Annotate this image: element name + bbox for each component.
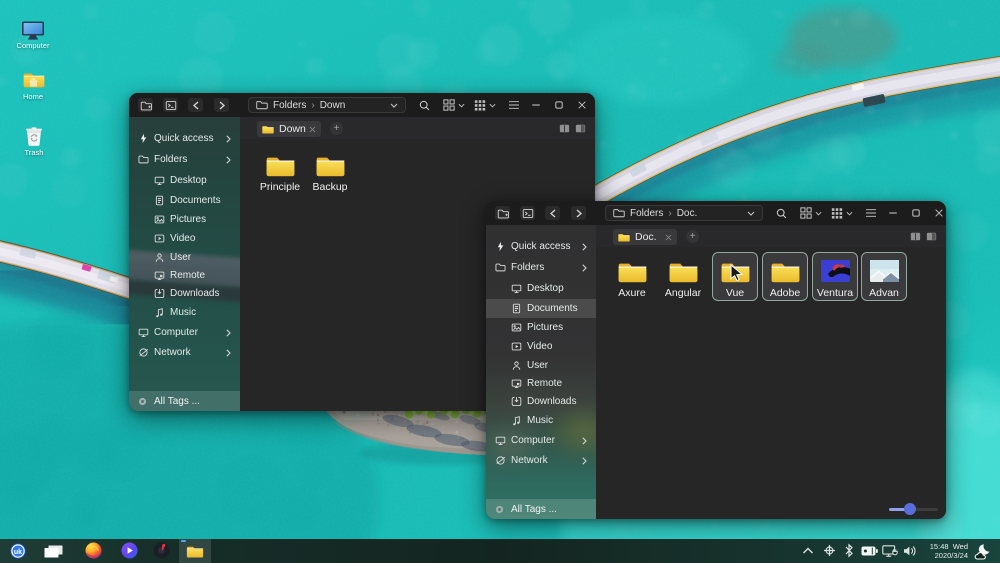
svg-text:uk: uk xyxy=(14,549,22,556)
